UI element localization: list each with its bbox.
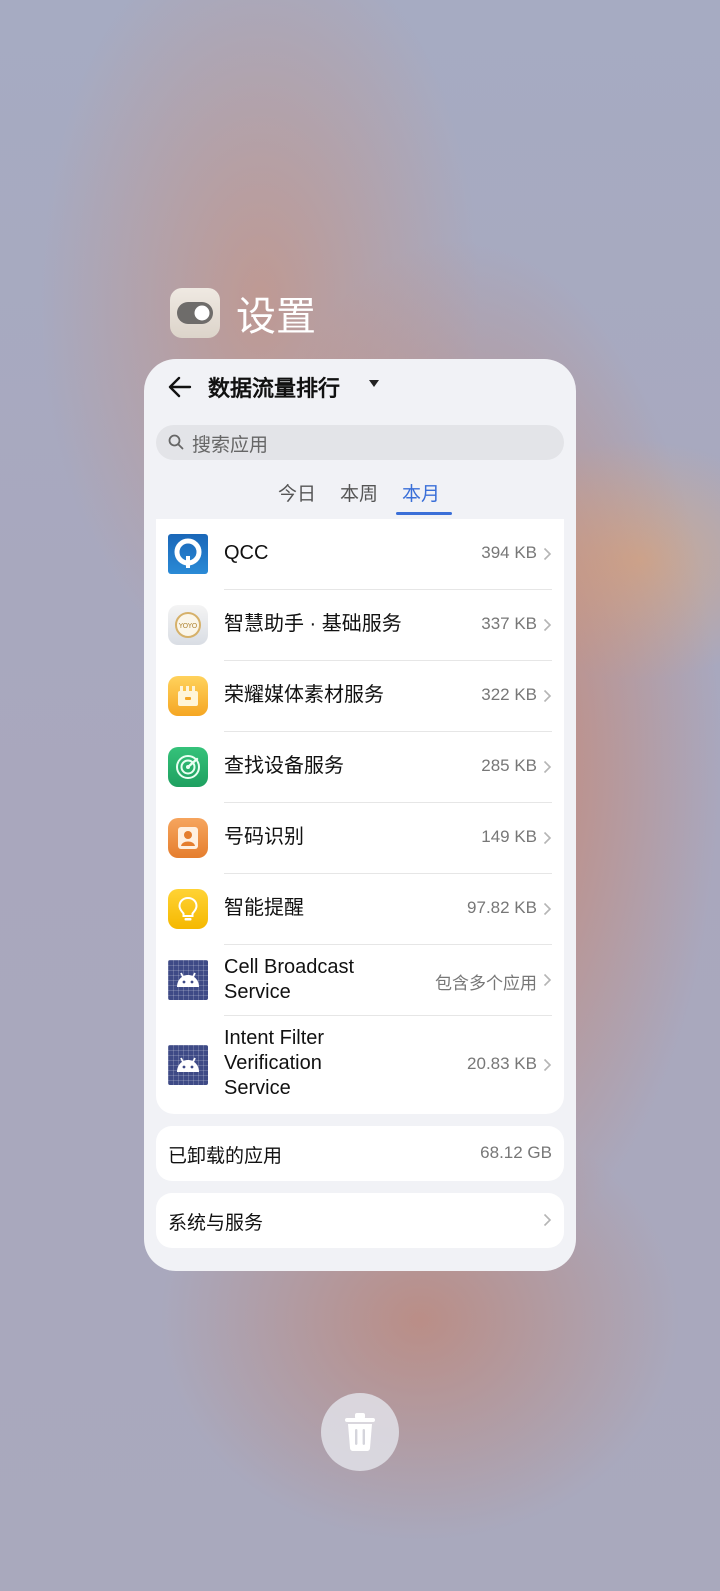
- yoyo-assistant-icon: YOYO: [168, 605, 208, 645]
- app-usage: 20.83 KB: [467, 1054, 537, 1073]
- app-title: 设置: [236, 295, 316, 339]
- list-item[interactable]: 查找设备服务 285 KB: [156, 732, 564, 803]
- chevron-right-icon: [543, 689, 552, 703]
- android-icon: [168, 960, 208, 1000]
- system-services-label: 系统与服务: [168, 1213, 264, 1234]
- list-item[interactable]: YOYO 智慧助手 · 基础服务 337 KB: [156, 590, 564, 661]
- app-name: Intent Filter Verification Service: [224, 1026, 324, 1101]
- app-usage: 337 KB: [481, 614, 537, 633]
- uninstalled-apps-label: 已卸载的应用: [168, 1146, 283, 1167]
- app-usage: 149 KB: [481, 827, 537, 846]
- list-item[interactable]: 荣耀媒体素材服务 322 KB: [156, 661, 564, 732]
- search-input[interactable]: 搜索应用: [192, 430, 268, 457]
- qcc-icon: [168, 534, 208, 574]
- chevron-right-icon: [543, 902, 552, 916]
- page-title[interactable]: 数据流量排行: [208, 371, 340, 403]
- system-services-row[interactable]: 系统与服务: [156, 1193, 564, 1248]
- back-arrow-icon[interactable]: [166, 373, 194, 401]
- uninstalled-apps-usage: 68.12 GB: [480, 1143, 552, 1162]
- recent-task-card[interactable]: 数据流量排行 搜索应用 今日 本周 本月 QCC 394 KB YOYO 智慧助…: [144, 359, 576, 1271]
- app-name: QCC: [224, 542, 269, 564]
- app-usage-list: QCC 394 KB YOYO 智慧助手 · 基础服务 337 KB 荣耀媒体素…: [156, 519, 564, 1114]
- app-name: 号码识别: [224, 826, 304, 848]
- find-device-icon: [168, 747, 208, 787]
- active-tab-indicator: [396, 512, 452, 515]
- app-usage: 394 KB: [481, 543, 537, 562]
- app-name-line: Intent Filter: [224, 1027, 325, 1049]
- chevron-right-icon: [543, 831, 552, 845]
- app-name: 荣耀媒体素材服务: [224, 684, 384, 706]
- tab-this-month[interactable]: 本月: [402, 479, 440, 506]
- search-icon: [168, 434, 184, 450]
- android-icon: [168, 1045, 208, 1085]
- period-tabs: 今日 本周 本月: [144, 479, 576, 519]
- list-item[interactable]: QCC 394 KB: [156, 519, 564, 590]
- list-item[interactable]: 智能提醒 97.82 KB: [156, 874, 564, 945]
- app-name-line: Verification: [224, 1052, 322, 1074]
- app-name: Cell Broadcast Service: [224, 955, 354, 1005]
- app-name-line: Cell Broadcast: [224, 956, 355, 978]
- svg-text:YOYO: YOYO: [178, 622, 198, 630]
- tab-today[interactable]: 今日: [278, 479, 316, 506]
- app-name-line: Service: [224, 1077, 291, 1099]
- dropdown-caret-icon[interactable]: [369, 380, 379, 387]
- list-item[interactable]: 号码识别 149 KB: [156, 803, 564, 874]
- chevron-right-icon: [543, 547, 552, 561]
- app-name-line: Service: [224, 981, 291, 1003]
- media-assets-icon: [168, 676, 208, 716]
- chevron-right-icon: [543, 973, 552, 987]
- chevron-right-icon: [543, 1058, 552, 1072]
- list-item[interactable]: Cell Broadcast Service 包含多个应用: [156, 945, 564, 1016]
- app-usage: 97.82 KB: [467, 898, 537, 917]
- settings-toggle-icon: [170, 288, 220, 338]
- app-name: 智能提醒: [224, 897, 304, 919]
- app-usage: 285 KB: [481, 756, 537, 775]
- app-header[interactable]: 设置: [170, 284, 316, 342]
- uninstalled-apps-row[interactable]: 已卸载的应用 68.12 GB: [156, 1126, 564, 1181]
- app-name: 智慧助手 · 基础服务: [224, 613, 402, 635]
- list-item[interactable]: Intent Filter Verification Service 20.83…: [156, 1016, 564, 1114]
- chevron-right-icon: [543, 1213, 552, 1227]
- chevron-right-icon: [543, 760, 552, 774]
- number-id-icon: [168, 818, 208, 858]
- app-usage: 包含多个应用: [435, 974, 537, 993]
- app-usage: 322 KB: [481, 685, 537, 704]
- clear-all-button[interactable]: [321, 1393, 399, 1471]
- trash-icon: [345, 1413, 375, 1451]
- search-bar[interactable]: 搜索应用: [156, 425, 564, 460]
- chevron-right-icon: [543, 618, 552, 632]
- tab-this-week[interactable]: 本周: [340, 479, 378, 506]
- smart-reminder-icon: [168, 889, 208, 929]
- app-name: 查找设备服务: [224, 755, 344, 777]
- top-bar: 数据流量排行: [144, 359, 576, 419]
